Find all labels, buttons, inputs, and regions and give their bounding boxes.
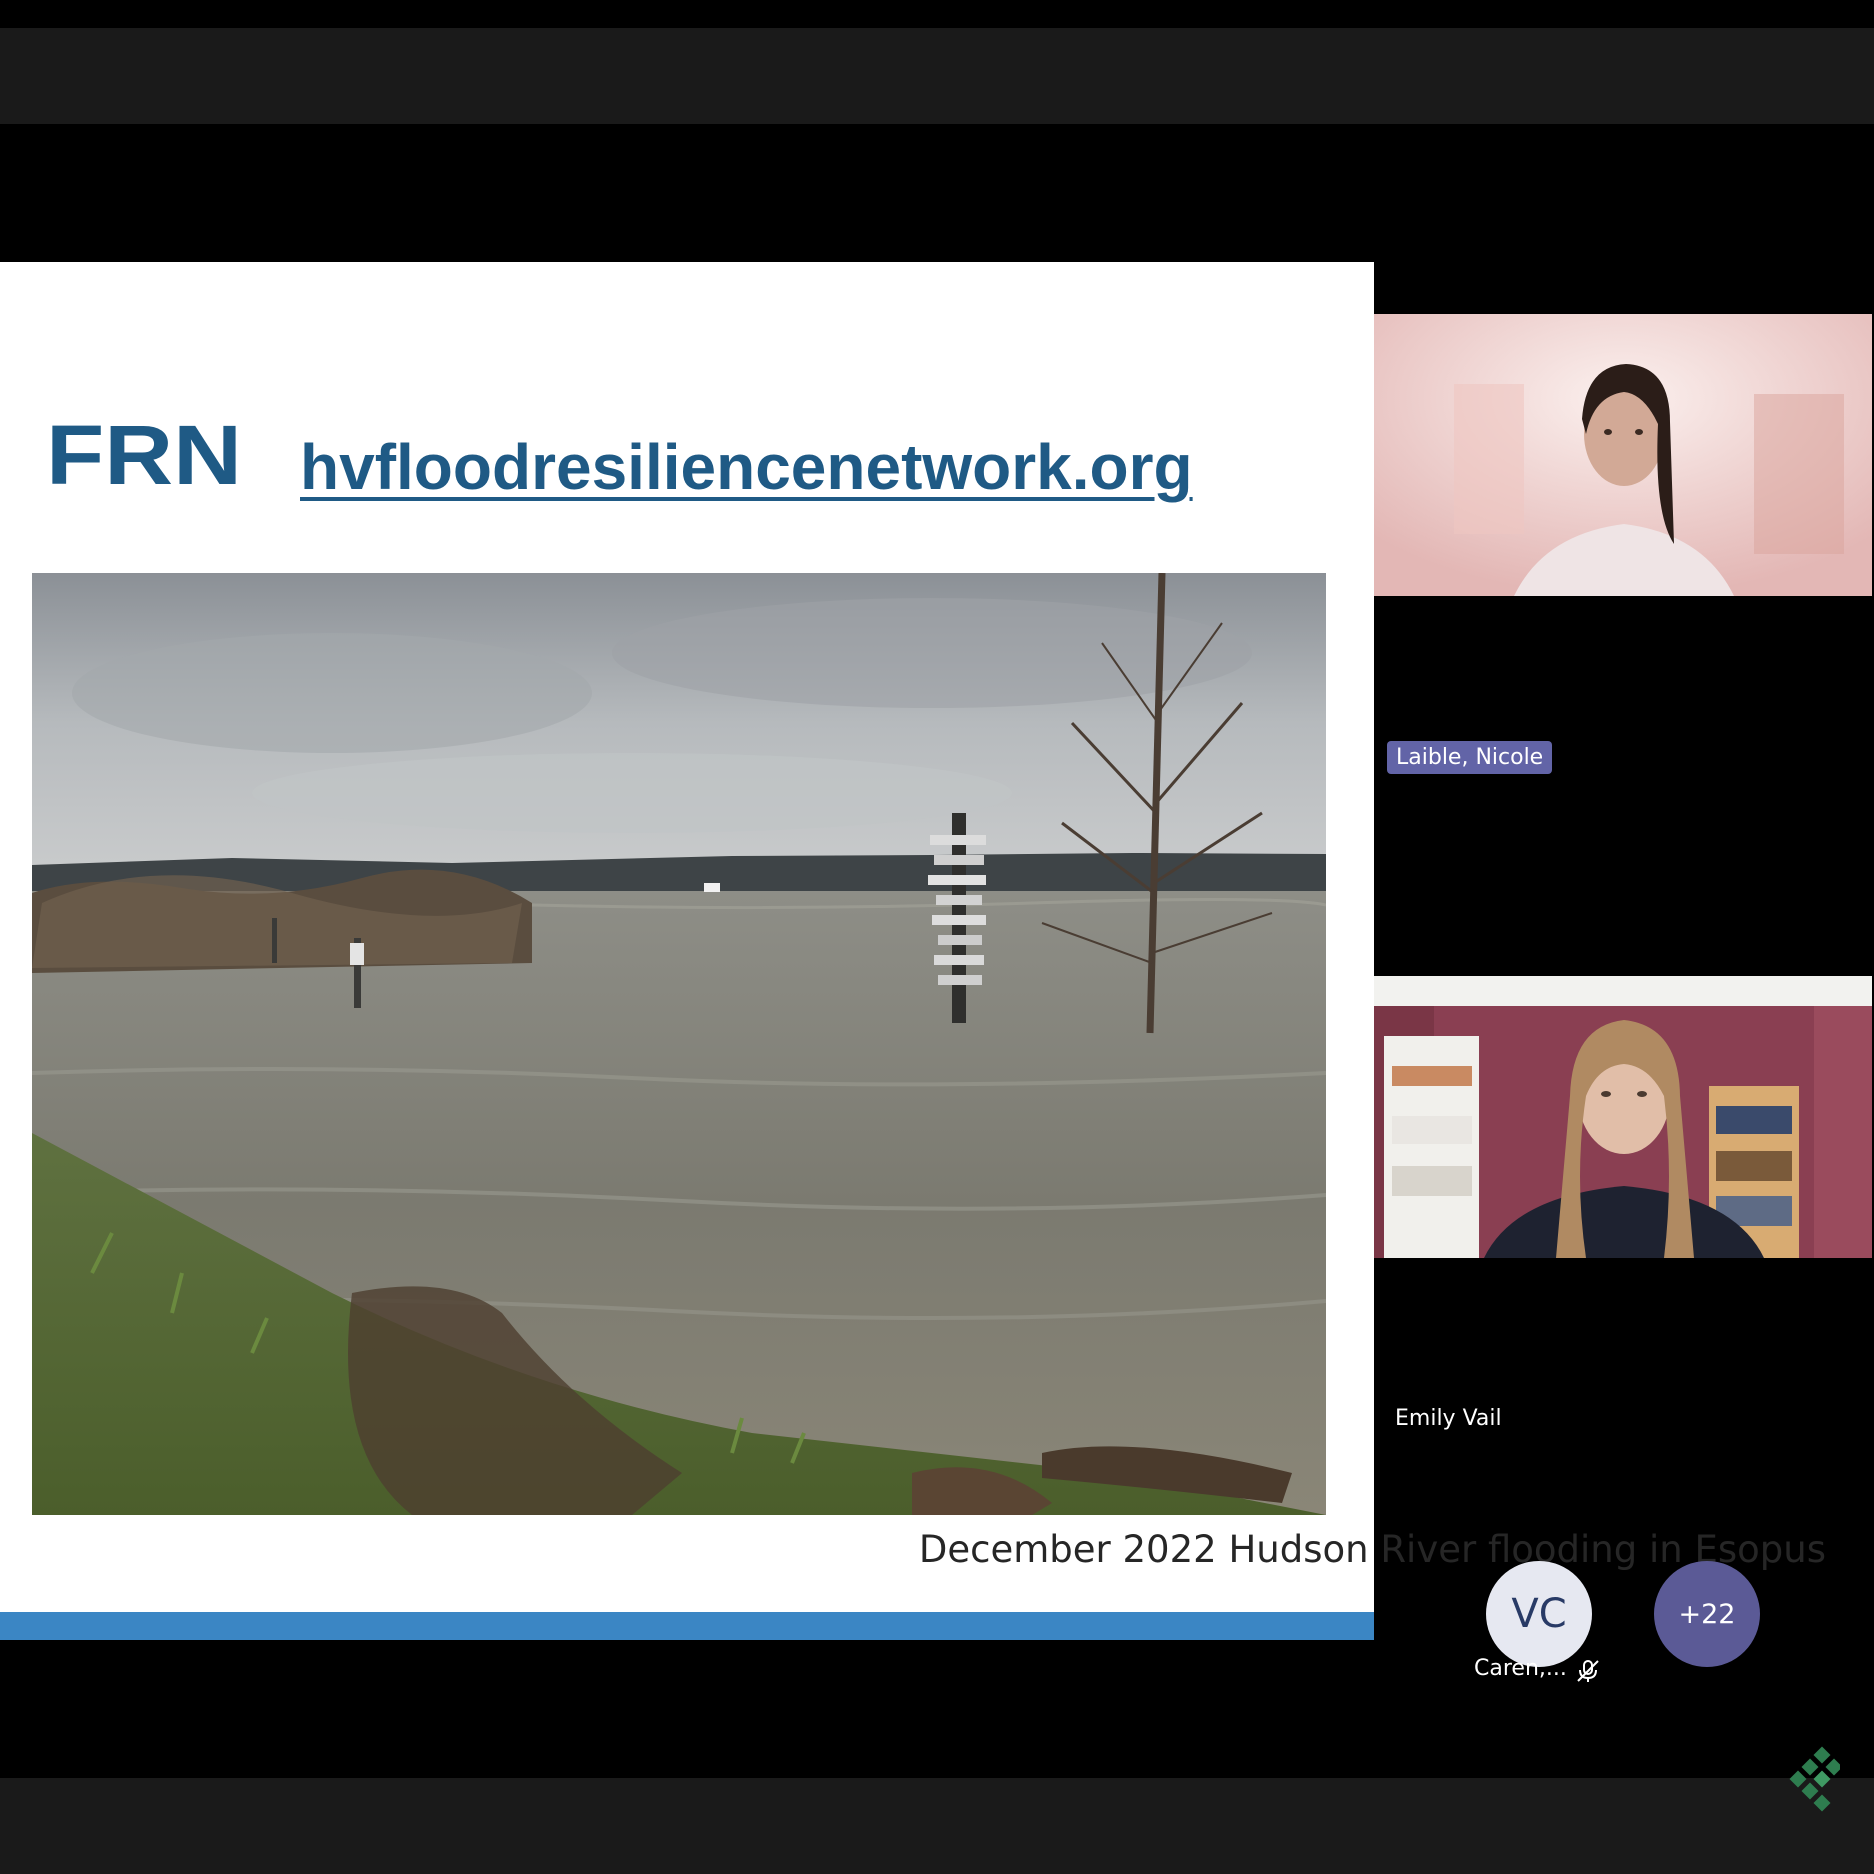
svg-text:FRN: FRN	[46, 418, 242, 494]
top-toolbar-area	[0, 28, 1874, 124]
slide-url-link[interactable]: hvfloodresiliencenetwork.org	[300, 430, 1193, 504]
participant-video-1	[1374, 314, 1872, 596]
top-black-bar	[0, 0, 1874, 28]
participant-avatar[interactable]: VC	[1486, 1561, 1592, 1667]
participant-video-2	[1374, 976, 1872, 1258]
frn-logo: FRN	[46, 418, 242, 494]
flood-photo	[32, 573, 1326, 1515]
participant-name-tag: Laible, Nicole	[1387, 741, 1553, 774]
participant-name-tag: Emily Vail	[1395, 1406, 1502, 1431]
mic-muted-icon	[1577, 1660, 1599, 1682]
bottom-toolbar-area	[0, 1778, 1874, 1874]
slide-accent-rule	[0, 1612, 1374, 1640]
more-participants-button[interactable]: +22	[1654, 1561, 1760, 1667]
app-logo-icon	[1789, 1746, 1840, 1812]
avatar-label: Caren,...	[1474, 1656, 1567, 1681]
